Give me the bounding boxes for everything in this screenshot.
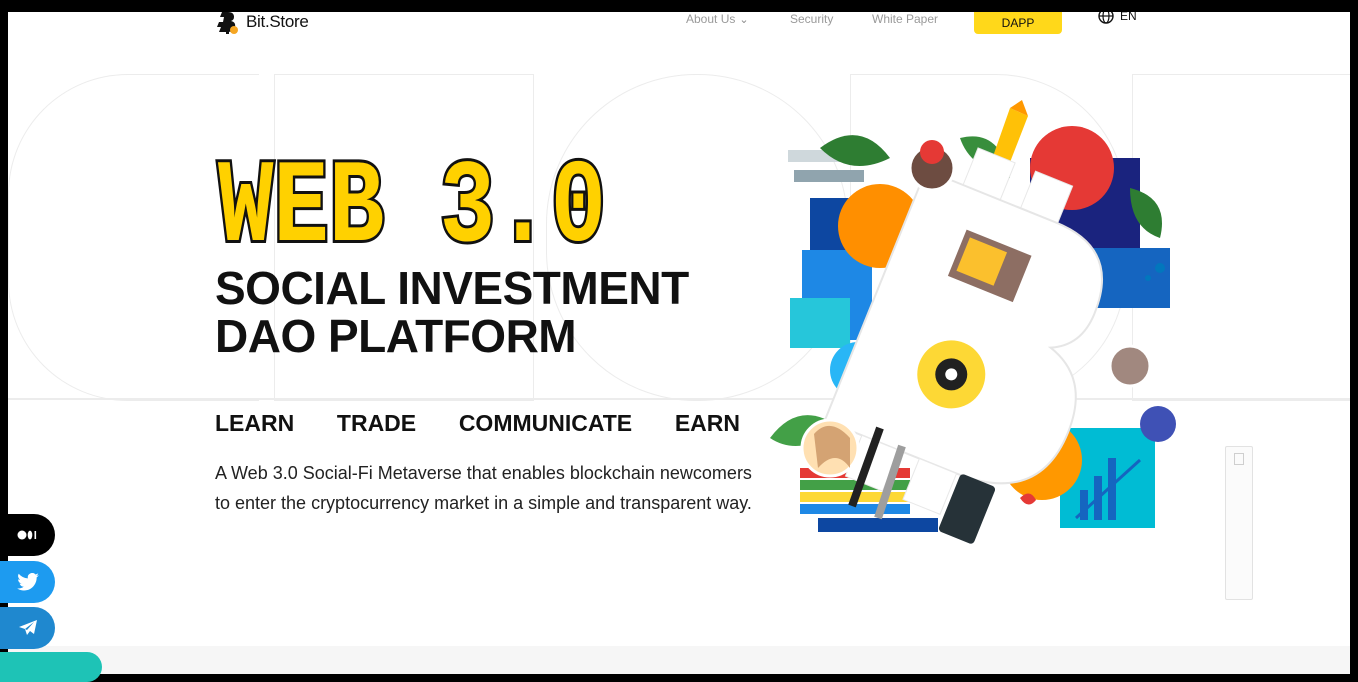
verb-trade: TRADE [336, 410, 417, 436]
hero-verbs: LEARN TRADE COMMUNICATE EARN [215, 410, 740, 437]
extra-social-link[interactable] [0, 652, 102, 682]
verb-communicate: COMMUNICATE [458, 410, 633, 436]
bitcoin-collage-illustration [770, 100, 1176, 544]
medium-icon [17, 530, 36, 540]
next-section-band [8, 646, 1350, 674]
verb-earn: EARN [674, 410, 740, 436]
brand-logo[interactable]: Bit.Store [214, 12, 309, 34]
language-label: EN [1120, 12, 1137, 23]
hero-pixel-title-text: WEB 3.0 [218, 144, 606, 248]
verb-learn: LEARN [215, 410, 295, 436]
hero-headline: SOCIAL INVESTMENT DAO PLATFORM [215, 264, 689, 360]
chevron-down-icon: ⌄ [739, 14, 749, 26]
dapp-button[interactable]: DAPP [974, 12, 1062, 34]
nav-about-us[interactable]: About Us ⌄ [686, 12, 749, 26]
hero-description: A Web 3.0 Social-Fi Metaverse that enabl… [215, 463, 752, 513]
globe-icon [1098, 12, 1114, 24]
top-nav: Bit.Store About Us ⌄ Security White Paper… [8, 12, 1350, 44]
language-selector[interactable]: EN [1098, 12, 1137, 24]
nav-security[interactable]: Security [790, 12, 833, 26]
twitter-icon [16, 573, 39, 591]
side-floating-card[interactable] [1225, 446, 1253, 600]
nav-white-paper[interactable]: White Paper [872, 12, 938, 26]
hero-pixel-title: WEB 3.0 [214, 140, 614, 279]
telegram-link[interactable] [0, 607, 55, 649]
nav-about-label: About Us [686, 12, 736, 26]
page: Bit.Store About Us ⌄ Security White Paper… [8, 12, 1350, 674]
twitter-link[interactable] [0, 561, 55, 603]
headline-line-2: DAO PLATFORM [215, 310, 577, 362]
medium-link[interactable] [0, 514, 55, 556]
brand-name: Bit.Store [246, 12, 309, 31]
headline-line-1: SOCIAL INVESTMENT [215, 262, 689, 314]
telegram-icon [18, 620, 37, 635]
card-corner-icon [1234, 453, 1244, 465]
bitcoin-logo-icon [217, 12, 238, 34]
